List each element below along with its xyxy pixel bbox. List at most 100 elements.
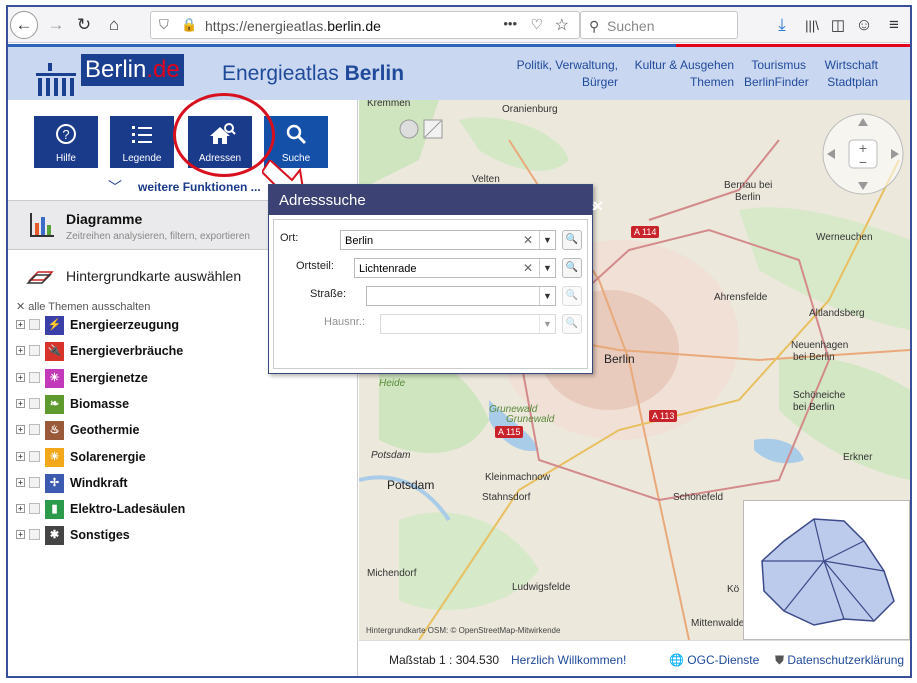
arrow-left-icon: ←: [15, 15, 33, 34]
nav-link[interactable]: Tourismus: [744, 57, 806, 74]
layer-checkbox[interactable]: [29, 476, 40, 488]
ogc-link[interactable]: 🌐 OGC-Dienste: [669, 653, 759, 667]
layer-checkbox[interactable]: [29, 424, 40, 436]
menu-button[interactable]: ≡: [880, 11, 908, 39]
hamburger-icon: ≡: [889, 15, 899, 34]
layer-name: Energieverbräuche: [70, 344, 184, 359]
layer-checkbox[interactable]: [29, 371, 40, 383]
sidebar-button[interactable]: ◫: [824, 11, 852, 39]
nav-link[interactable]: Politik, Verwaltung, Bürger: [482, 57, 618, 91]
chevron-down-icon[interactable]: ▼: [539, 231, 555, 249]
expand-plus-icon[interactable]: +: [16, 425, 25, 435]
berlin-logo[interactable]: Berlin.de: [81, 54, 184, 86]
forward-button[interactable]: →: [42, 11, 70, 39]
pan-zoom-control[interactable]: + −: [821, 112, 905, 196]
all-off-label: alle Themen ausschalten: [28, 301, 151, 313]
scale-display: Maßstab 1 : 304.530: [389, 653, 500, 667]
overview-map[interactable]: [743, 500, 910, 640]
layer-icon: ✱: [45, 526, 64, 546]
downloads-button[interactable]: ⤓: [768, 11, 796, 39]
layer-checkbox[interactable]: [29, 529, 40, 541]
ortsteil-search-button[interactable]: 🔍: [562, 258, 582, 278]
chevron-down-icon[interactable]: ﹀: [108, 177, 122, 197]
hausnr-search-button[interactable]: 🔍: [562, 314, 582, 334]
expand-plus-icon[interactable]: +: [16, 451, 25, 461]
chevron-down-icon[interactable]: ▼: [539, 287, 555, 305]
reload-button[interactable]: ↻: [70, 11, 98, 39]
nav-politik[interactable]: Politik, Verwaltung, Bürger: [482, 57, 618, 91]
hilfe-label: Hilfe: [55, 153, 76, 164]
more-functions-link[interactable]: weitere Funktionen ...: [138, 180, 261, 194]
close-icon[interactable]: ✕: [592, 198, 604, 215]
nav-wirtschaft[interactable]: Wirtschaft Stadtplan: [816, 57, 878, 91]
clear-icon[interactable]: ✕: [523, 233, 533, 247]
bookmark-star-icon[interactable]: ☆: [555, 15, 569, 35]
ortsteil-field[interactable]: Lichtenrade ✕ ▼: [354, 258, 556, 278]
back-button[interactable]: ←: [10, 11, 38, 39]
berlin-logo-icon[interactable]: [36, 63, 80, 97]
account-button[interactable]: ☺: [850, 11, 878, 39]
layer-checkbox[interactable]: [29, 345, 40, 357]
expand-plus-icon[interactable]: +: [16, 346, 25, 356]
legende-button[interactable]: Legende: [110, 116, 174, 168]
all-themes-off[interactable]: ✕ alle Themen ausschalten: [16, 300, 150, 313]
expand-plus-icon[interactable]: +: [16, 372, 25, 382]
background-map-select[interactable]: Hintergrundkarte auswählen: [66, 268, 241, 284]
layer-name: Geothermie: [70, 423, 140, 438]
layer-checkbox[interactable]: [29, 319, 40, 330]
url-bar[interactable]: ⛉ 🔒 https://energieatlas.berlin.de ••• ♡…: [150, 11, 580, 39]
nav-tourismus[interactable]: Tourismus BerlinFinder: [744, 57, 809, 91]
layer-checkbox[interactable]: [29, 397, 40, 409]
strasse-field[interactable]: ▼: [366, 286, 556, 306]
welcome-link[interactable]: Herzlich Willkommen!: [511, 653, 626, 667]
search-icon: [286, 124, 307, 145]
pocket-icon[interactable]: ♡: [530, 16, 543, 33]
library-button[interactable]: |||\: [798, 11, 826, 39]
map-label: Heide: [379, 378, 406, 389]
home-icon: ⌂: [108, 15, 120, 34]
home-button[interactable]: ⌂: [100, 11, 128, 39]
nav-link[interactable]: Kultur & Ausgehen: [634, 57, 734, 74]
nav-link[interactable]: BerlinFinder: [744, 74, 809, 91]
expand-plus-icon[interactable]: +: [16, 477, 25, 487]
map-label: Ludwigsfelde: [512, 582, 571, 593]
chevron-down-icon[interactable]: ▼: [539, 259, 555, 277]
clear-icon[interactable]: ✕: [523, 261, 533, 275]
nav-link[interactable]: Themen: [634, 74, 734, 91]
ort-field[interactable]: Berlin ✕ ▼: [340, 230, 556, 250]
layer-checkbox[interactable]: [29, 503, 40, 515]
hilfe-button[interactable]: ? Hilfe: [34, 116, 98, 168]
map-label: Berlin: [735, 192, 761, 203]
map-label: Michendorf: [367, 568, 417, 579]
layer-icon: ♨: [45, 421, 64, 441]
motorway-shield: A 113: [649, 410, 678, 422]
ort-search-button[interactable]: 🔍: [562, 230, 582, 250]
expand-plus-icon[interactable]: +: [16, 504, 25, 514]
zoom-out-icon[interactable]: −: [859, 154, 867, 170]
more-icon[interactable]: •••: [503, 16, 517, 31]
layer-icon: 🔌: [45, 342, 64, 362]
expand-plus-icon[interactable]: +: [16, 398, 25, 408]
shield-icon: ⛉: [159, 17, 169, 32]
dialog-titlebar[interactable]: Adresssuche › ✕: [269, 185, 604, 215]
nav-link[interactable]: Stadtplan: [816, 74, 878, 91]
privacy-link[interactable]: ⛊ Datenschutzerklärung: [775, 653, 904, 668]
layer-icon: ✢: [45, 473, 64, 493]
map-tools-icon[interactable]: [399, 118, 443, 140]
nav-kultur[interactable]: Kultur & Ausgehen Themen: [634, 57, 734, 91]
map-label: Ahrensfelde: [714, 292, 768, 303]
chevron-down-icon[interactable]: ▼: [539, 315, 555, 333]
layer-checkbox[interactable]: [29, 450, 40, 462]
hausnr-field[interactable]: ▼: [380, 314, 556, 334]
address-search-dialog: Adresssuche › ✕ Ort: Berlin ✕ ▼ 🔍 Ortsteil…: [268, 184, 604, 374]
nav-link[interactable]: Wirtschaft: [816, 57, 878, 74]
strasse-search-button[interactable]: 🔍: [562, 286, 582, 306]
layer-name: Windkraft: [70, 475, 128, 490]
search-icon: ⚲: [589, 18, 600, 34]
diagramme-subtitle: Zeitreihen analysieren, filtern, exporti…: [66, 231, 250, 242]
expand-plus-icon[interactable]: +: [16, 530, 25, 540]
expand-plus-icon[interactable]: +: [16, 320, 25, 329]
annotation-circle: [173, 93, 275, 177]
hausnr-label: Hausnr.:: [324, 316, 365, 328]
browser-search-input[interactable]: ⚲ Suchen: [580, 11, 738, 39]
